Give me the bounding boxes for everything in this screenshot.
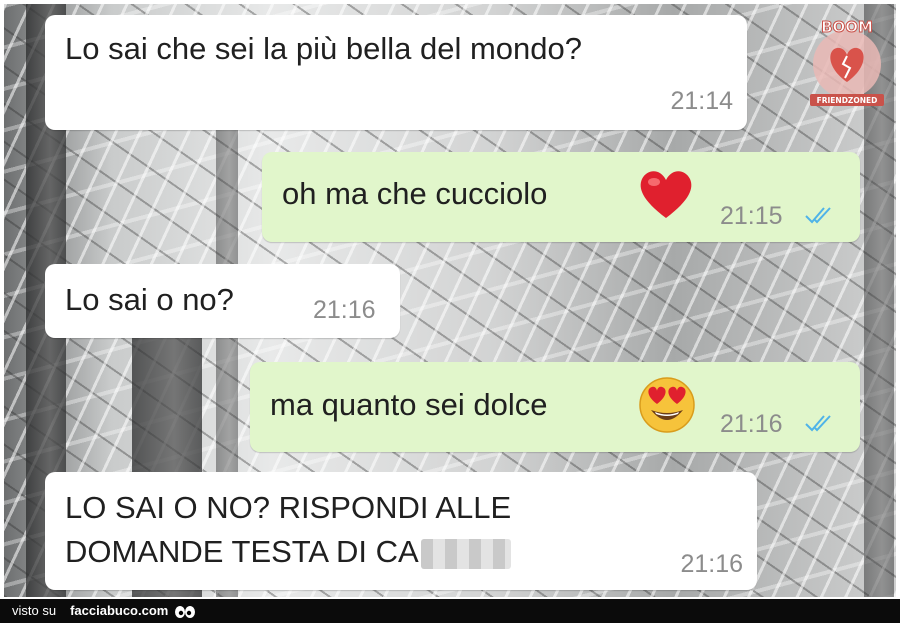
footer-bar: visto su facciabuco.com [0,599,900,623]
footer-site-link[interactable]: facciabuco.com [70,603,168,618]
message-time: 21:15 [720,202,783,230]
friendzoned-watermark-logo: BOOM FRIENDZONED [810,18,884,106]
message-time: 21:14 [670,87,733,115]
watermark-top-text: BOOM [821,18,873,36]
read-receipt-icon [805,415,831,432]
message-text-line-2: DOMANDE TESTA DI CA [65,534,419,569]
message-time: 21:16 [313,296,376,324]
watermark-bottom-text: FRIENDZONED [817,96,878,105]
message-bubble-incoming[interactable]: LO SAI O NO? RISPONDI ALLE DOMANDE TESTA… [45,472,757,590]
message-bubble-incoming[interactable]: Lo sai che sei la più bella del mondo? 2… [45,15,747,130]
message-time: 21:16 [680,550,743,578]
footer-prefix: visto su [12,603,57,618]
red-heart-icon [640,171,692,218]
message-text: oh ma che cucciolo [282,176,548,211]
read-receipt-icon [805,207,831,224]
message-text: Lo sai che sei la più bella del mondo? [65,31,583,66]
censored-text-blur [420,538,511,569]
heart-eyes-icon [639,377,695,433]
message-text-line-2-row: DOMANDE TESTA DI CA [65,532,511,572]
message-text-line-1: LO SAI O NO? RISPONDI ALLE [65,490,512,525]
message-text: ma quanto sei dolce [270,387,548,422]
message-bubble-outgoing[interactable]: oh ma che cucciolo 21:15 [262,152,860,242]
message-text: Lo sai o no? [65,282,234,317]
message-time: 21:16 [720,410,783,438]
message-bubble-outgoing[interactable]: ma quanto sei dolce 21:16 [250,362,860,452]
message-bubble-incoming[interactable]: Lo sai o no? 21:16 [45,264,400,338]
eyes-logo-icon [175,605,196,618]
